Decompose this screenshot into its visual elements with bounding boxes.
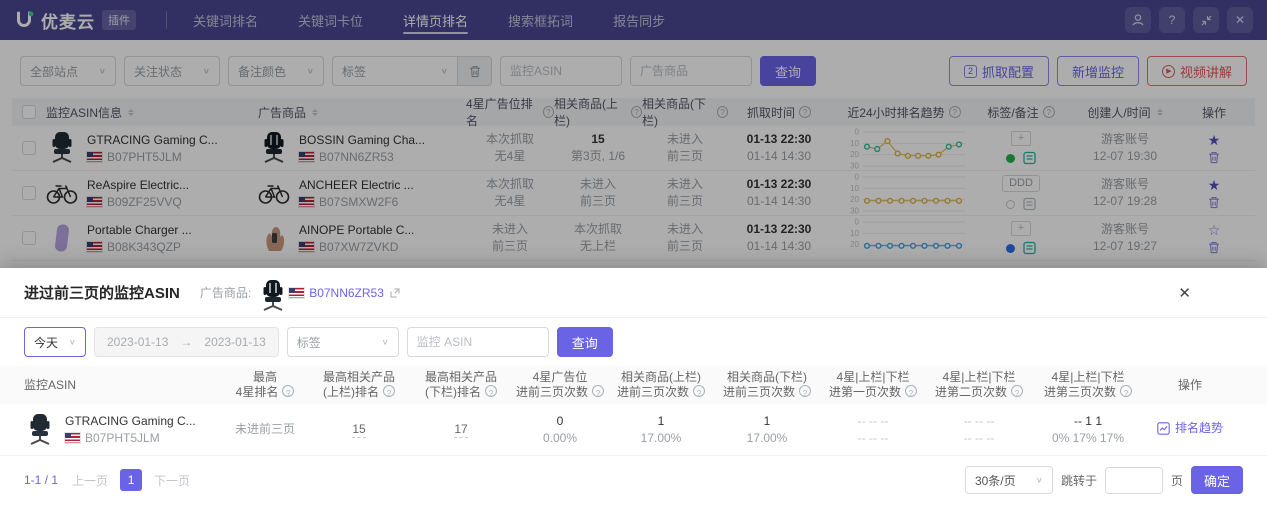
modal-asin-input[interactable] — [406, 327, 549, 357]
mheader-asin: 监控ASIN — [24, 377, 77, 392]
modal-table-row: GTRACING Gaming C... B07PHT5JLM 未进前三页 15 … — [0, 404, 1267, 456]
info-icon[interactable]: ? — [383, 385, 395, 398]
mheader-best-lower: 最高相关产品 (下栏)排名? — [424, 370, 497, 399]
info-icon[interactable]: ? — [693, 385, 705, 398]
best-star-cell: 未进前三页 — [234, 422, 295, 436]
pagination-bar: 1-1 / 1 上一页 1 下一页 30条/页 ∨ 跳转于 页 确定 — [0, 456, 1267, 504]
page3-cell: -- 1 1 0% 17% 17% — [1051, 413, 1125, 445]
pagination-range: 1-1 / 1 — [24, 473, 59, 487]
mheader-upper-top3: 相关商品(上栏) 进前三页次数? — [608, 370, 714, 400]
modal-title: 进过前三页的监控ASIN — [24, 285, 180, 302]
modal-close-icon[interactable]: ✕ — [1178, 284, 1191, 302]
asin-title: GTRACING Gaming C... — [65, 414, 196, 428]
modal-query-button[interactable]: 查询 — [556, 327, 613, 357]
mheader-star-top3: 4星广告位 进前三页次数? — [512, 370, 608, 400]
external-link-icon[interactable] — [389, 287, 401, 299]
star-top3-cell: 0 0.00% — [542, 413, 578, 445]
ad-product-image — [259, 279, 283, 311]
date-range-picker[interactable]: 2023-01-13 → 2023-01-13 — [94, 327, 279, 357]
best-lower-cell: 17 — [454, 422, 468, 438]
ad-asin-link[interactable]: B07NN6ZR53 — [309, 286, 384, 300]
info-icon[interactable]: ? — [1120, 385, 1132, 398]
chevron-down-icon: ∨ — [1035, 475, 1043, 485]
next-page-button[interactable]: 下一页 — [154, 472, 190, 489]
mheader-best-upper: 最高相关产品 (上栏)排名? — [322, 370, 395, 399]
chevron-down-icon: ∨ — [68, 337, 76, 347]
modal-header: 进过前三页的监控ASIN 广告商品: B07NN6ZR53 — [0, 268, 1267, 318]
rank-trend-link[interactable]: 排名趋势 — [1157, 420, 1223, 437]
info-icon[interactable]: ? — [485, 385, 497, 398]
us-flag-icon — [64, 432, 81, 444]
lower-top3-cell: 1 17.00% — [746, 413, 788, 445]
date-preset-select[interactable]: 今天 ∨ — [24, 327, 86, 357]
chevron-down-icon: ∨ — [381, 337, 389, 347]
mheader-page1: 4星|上栏|下栏 进第一页次数? — [820, 370, 926, 400]
info-icon[interactable]: ? — [799, 385, 811, 398]
mheader-best-star: 最高 4星排名? — [222, 370, 308, 400]
info-icon[interactable]: ? — [592, 385, 604, 398]
modal-mask[interactable] — [0, 0, 1267, 268]
modal-table-header: 监控ASIN 最高 4星排名? 最高相关产品 (上栏)排名? 最高相关产品 (下栏)排… — [0, 366, 1267, 404]
page-number-button[interactable]: 1 — [120, 469, 143, 491]
jump-page-input[interactable] — [1104, 466, 1163, 494]
modal-filter-bar: 今天∨ 2023-01-13 → 2023-01-13 标签∨ 查询 — [0, 318, 1267, 366]
arrow-right-icon: → — [180, 335, 193, 349]
asin-code: B07PHT5JLM — [64, 431, 196, 445]
ad-product-label: 广告商品: — [199, 286, 252, 300]
mheader-lower-top3: 相关商品(下栏) 进前三页次数? — [714, 370, 820, 400]
mheader-page2: 4星|上栏|下栏 进第二页次数? — [926, 370, 1032, 400]
page-size-select[interactable]: 30条/页 ∨ — [964, 466, 1053, 494]
chart-icon — [1157, 421, 1170, 435]
info-icon[interactable]: ? — [282, 385, 295, 398]
info-icon[interactable]: ? — [1011, 385, 1023, 398]
us-flag-icon — [288, 286, 306, 299]
page-unit-label: 页 — [1170, 473, 1183, 488]
prev-page-button[interactable]: 上一页 — [72, 472, 108, 489]
mheader-ops: 操作 — [1177, 377, 1202, 392]
mheader-page3: 4星|上栏|下栏 进第三页次数? — [1032, 370, 1144, 400]
top3-asin-modal: 进过前三页的监控ASIN 广告商品: B07NN6ZR53 ✕ 今天 ∨ 2023… — [0, 268, 1267, 522]
product-image — [24, 412, 56, 448]
date-to: 2023-01-13 — [204, 335, 266, 349]
row-actions-cell: 排名趋势 — [1144, 420, 1236, 440]
page1-cell: -- -- -- -- -- -- — [857, 413, 889, 445]
best-upper-cell: 15 — [352, 422, 366, 438]
info-icon[interactable]: ? — [905, 385, 917, 398]
confirm-button[interactable]: 确定 — [1190, 466, 1243, 494]
jump-label: 跳转于 — [1060, 473, 1097, 488]
upper-top3-cell: 1 17.00% — [640, 413, 682, 445]
modal-tag-select[interactable]: 标签 ∨ — [286, 327, 399, 357]
page2-cell: -- -- -- -- -- -- — [963, 413, 995, 445]
date-from: 2023-01-13 — [107, 335, 169, 349]
